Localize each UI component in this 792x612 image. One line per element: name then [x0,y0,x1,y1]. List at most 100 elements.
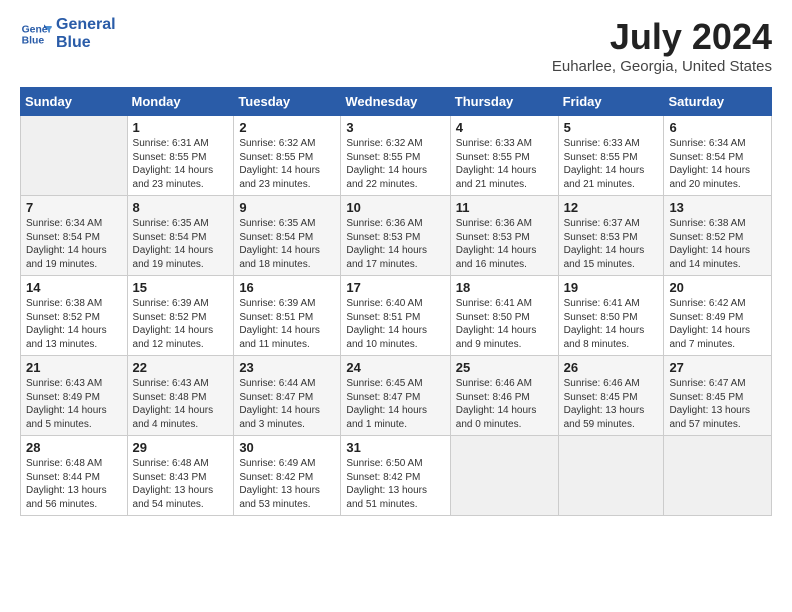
day-number: 15 [133,280,229,295]
cell-content: Sunrise: 6:36 AM Sunset: 8:53 PM Dayligh… [346,217,444,271]
day-number: 30 [239,440,335,455]
title-area: July 2024 Euharlee, Georgia, United Stat… [552,16,772,75]
col-tuesday: Tuesday [234,88,341,116]
logo-general: General [56,16,116,34]
cell-content: Sunrise: 6:33 AM Sunset: 8:55 PM Dayligh… [564,137,659,191]
day-number: 12 [564,200,659,215]
calendar-cell: 4 Sunrise: 6:33 AM Sunset: 8:55 PM Daylig… [450,116,558,196]
day-number: 14 [26,280,122,295]
cell-content: Sunrise: 6:41 AM Sunset: 8:50 PM Dayligh… [564,297,659,351]
calendar-cell: 3Sunrise: 6:32 AM Sunset: 8:55 PM Daylig… [341,116,450,196]
cell-content: Sunrise: 6:48 AM Sunset: 8:44 PM Dayligh… [26,457,122,511]
day-number: 17 [346,280,444,295]
calendar-cell: 16 Sunrise: 6:39 AM Sunset: 8:51 PM Dayli… [234,276,341,356]
cell-content: Sunrise: 6:35 AM Sunset: 8:54 PM Dayligh… [133,217,229,271]
calendar-cell: 29 Sunrise: 6:48 AM Sunset: 8:43 PM Dayli… [127,436,234,516]
calendar-cell: 26Sunrise: 6:46 AM Sunset: 8:45 PM Dayli… [558,356,664,436]
calendar-cell [558,436,664,516]
calendar-week-row: 14Sunrise: 6:38 AM Sunset: 8:52 PM Dayli… [21,276,772,356]
col-saturday: Saturday [664,88,772,116]
calendar-cell: 18Sunrise: 6:41 AM Sunset: 8:50 PM Dayli… [450,276,558,356]
cell-content: Sunrise: 6:42 AM Sunset: 8:49 PM Dayligh… [669,297,766,351]
day-number: 24 [346,360,444,375]
calendar-cell: 2 Sunrise: 6:32 AM Sunset: 8:55 PM Daylig… [234,116,341,196]
cell-content: Sunrise: 6:47 AM Sunset: 8:45 PM Dayligh… [669,377,766,431]
day-number: 10 [346,200,444,215]
day-number: 26 [564,360,659,375]
calendar-week-row: 1Sunrise: 6:31 AM Sunset: 8:55 PM Daylig… [21,116,772,196]
calendar-cell: 17 Sunrise: 6:40 AM Sunset: 8:51 PM Dayli… [341,276,450,356]
calendar-week-row: 21 Sunrise: 6:43 AM Sunset: 8:49 PM Dayli… [21,356,772,436]
cell-content: Sunrise: 6:46 AM Sunset: 8:46 PM Dayligh… [456,377,553,431]
calendar-week-row: 28Sunrise: 6:48 AM Sunset: 8:44 PM Dayli… [21,436,772,516]
cell-content: Sunrise: 6:32 AM Sunset: 8:55 PM Dayligh… [239,137,335,191]
month-year-title: July 2024 [552,16,772,58]
cell-content: Sunrise: 6:48 AM Sunset: 8:43 PM Dayligh… [133,457,229,511]
calendar-cell: 13Sunrise: 6:38 AM Sunset: 8:52 PM Dayli… [664,196,772,276]
cell-content: Sunrise: 6:33 AM Sunset: 8:55 PM Dayligh… [456,137,553,191]
day-number: 25 [456,360,553,375]
calendar-header-row: Sunday Monday Tuesday Wednesday Thursday… [21,88,772,116]
calendar-cell [21,116,128,196]
cell-content: Sunrise: 6:45 AM Sunset: 8:47 PM Dayligh… [346,377,444,431]
cell-content: Sunrise: 6:37 AM Sunset: 8:53 PM Dayligh… [564,217,659,271]
calendar-cell: 6Sunrise: 6:34 AM Sunset: 8:54 PM Daylig… [664,116,772,196]
day-number: 19 [564,280,659,295]
col-monday: Monday [127,88,234,116]
calendar-cell: 25 Sunrise: 6:46 AM Sunset: 8:46 PM Dayli… [450,356,558,436]
day-number: 13 [669,200,766,215]
cell-content: Sunrise: 6:39 AM Sunset: 8:52 PM Dayligh… [133,297,229,351]
calendar-cell: 9 Sunrise: 6:35 AM Sunset: 8:54 PM Daylig… [234,196,341,276]
cell-content: Sunrise: 6:49 AM Sunset: 8:42 PM Dayligh… [239,457,335,511]
calendar-cell: 15 Sunrise: 6:39 AM Sunset: 8:52 PM Dayli… [127,276,234,356]
calendar-cell: 21 Sunrise: 6:43 AM Sunset: 8:49 PM Dayli… [21,356,128,436]
calendar-cell: 22Sunrise: 6:43 AM Sunset: 8:48 PM Dayli… [127,356,234,436]
calendar-cell: 14Sunrise: 6:38 AM Sunset: 8:52 PM Dayli… [21,276,128,356]
calendar-cell: 28Sunrise: 6:48 AM Sunset: 8:44 PM Dayli… [21,436,128,516]
col-sunday: Sunday [21,88,128,116]
calendar-cell [664,436,772,516]
cell-content: Sunrise: 6:35 AM Sunset: 8:54 PM Dayligh… [239,217,335,271]
calendar-cell [450,436,558,516]
calendar-cell: 5Sunrise: 6:33 AM Sunset: 8:55 PM Daylig… [558,116,664,196]
calendar-cell: 12 Sunrise: 6:37 AM Sunset: 8:53 PM Dayli… [558,196,664,276]
day-number: 2 [239,120,335,135]
calendar-table: Sunday Monday Tuesday Wednesday Thursday… [20,87,772,516]
calendar-cell: 1Sunrise: 6:31 AM Sunset: 8:55 PM Daylig… [127,116,234,196]
header: General Blue General Blue July 2024 Euha… [20,16,772,75]
day-number: 1 [133,120,229,135]
page-container: General Blue General Blue July 2024 Euha… [0,0,792,526]
cell-content: Sunrise: 6:43 AM Sunset: 8:49 PM Dayligh… [26,377,122,431]
day-number: 9 [239,200,335,215]
day-number: 31 [346,440,444,455]
calendar-cell: 20 Sunrise: 6:42 AM Sunset: 8:49 PM Dayli… [664,276,772,356]
calendar-cell: 19 Sunrise: 6:41 AM Sunset: 8:50 PM Dayli… [558,276,664,356]
cell-content: Sunrise: 6:34 AM Sunset: 8:54 PM Dayligh… [669,137,766,191]
day-number: 4 [456,120,553,135]
cell-content: Sunrise: 6:41 AM Sunset: 8:50 PM Dayligh… [456,297,553,351]
calendar-cell: 30 Sunrise: 6:49 AM Sunset: 8:42 PM Dayli… [234,436,341,516]
svg-text:Blue: Blue [22,35,45,46]
calendar-cell: 10 Sunrise: 6:36 AM Sunset: 8:53 PM Dayli… [341,196,450,276]
day-number: 8 [133,200,229,215]
cell-content: Sunrise: 6:34 AM Sunset: 8:54 PM Dayligh… [26,217,122,271]
cell-content: Sunrise: 6:40 AM Sunset: 8:51 PM Dayligh… [346,297,444,351]
day-number: 27 [669,360,766,375]
day-number: 16 [239,280,335,295]
cell-content: Sunrise: 6:44 AM Sunset: 8:47 PM Dayligh… [239,377,335,431]
calendar-cell: 11Sunrise: 6:36 AM Sunset: 8:53 PM Dayli… [450,196,558,276]
logo-blue: Blue [56,34,91,52]
logo-icon: General Blue [20,18,52,50]
calendar-week-row: 7Sunrise: 6:34 AM Sunset: 8:54 PM Daylig… [21,196,772,276]
day-number: 21 [26,360,122,375]
cell-content: Sunrise: 6:39 AM Sunset: 8:51 PM Dayligh… [239,297,335,351]
col-friday: Friday [558,88,664,116]
location-subtitle: Euharlee, Georgia, United States [552,58,772,75]
day-number: 20 [669,280,766,295]
day-number: 23 [239,360,335,375]
calendar-cell: 8 Sunrise: 6:35 AM Sunset: 8:54 PM Daylig… [127,196,234,276]
day-number: 29 [133,440,229,455]
calendar-cell: 23 Sunrise: 6:44 AM Sunset: 8:47 PM Dayli… [234,356,341,436]
col-wednesday: Wednesday [341,88,450,116]
cell-content: Sunrise: 6:32 AM Sunset: 8:55 PM Dayligh… [346,137,444,191]
